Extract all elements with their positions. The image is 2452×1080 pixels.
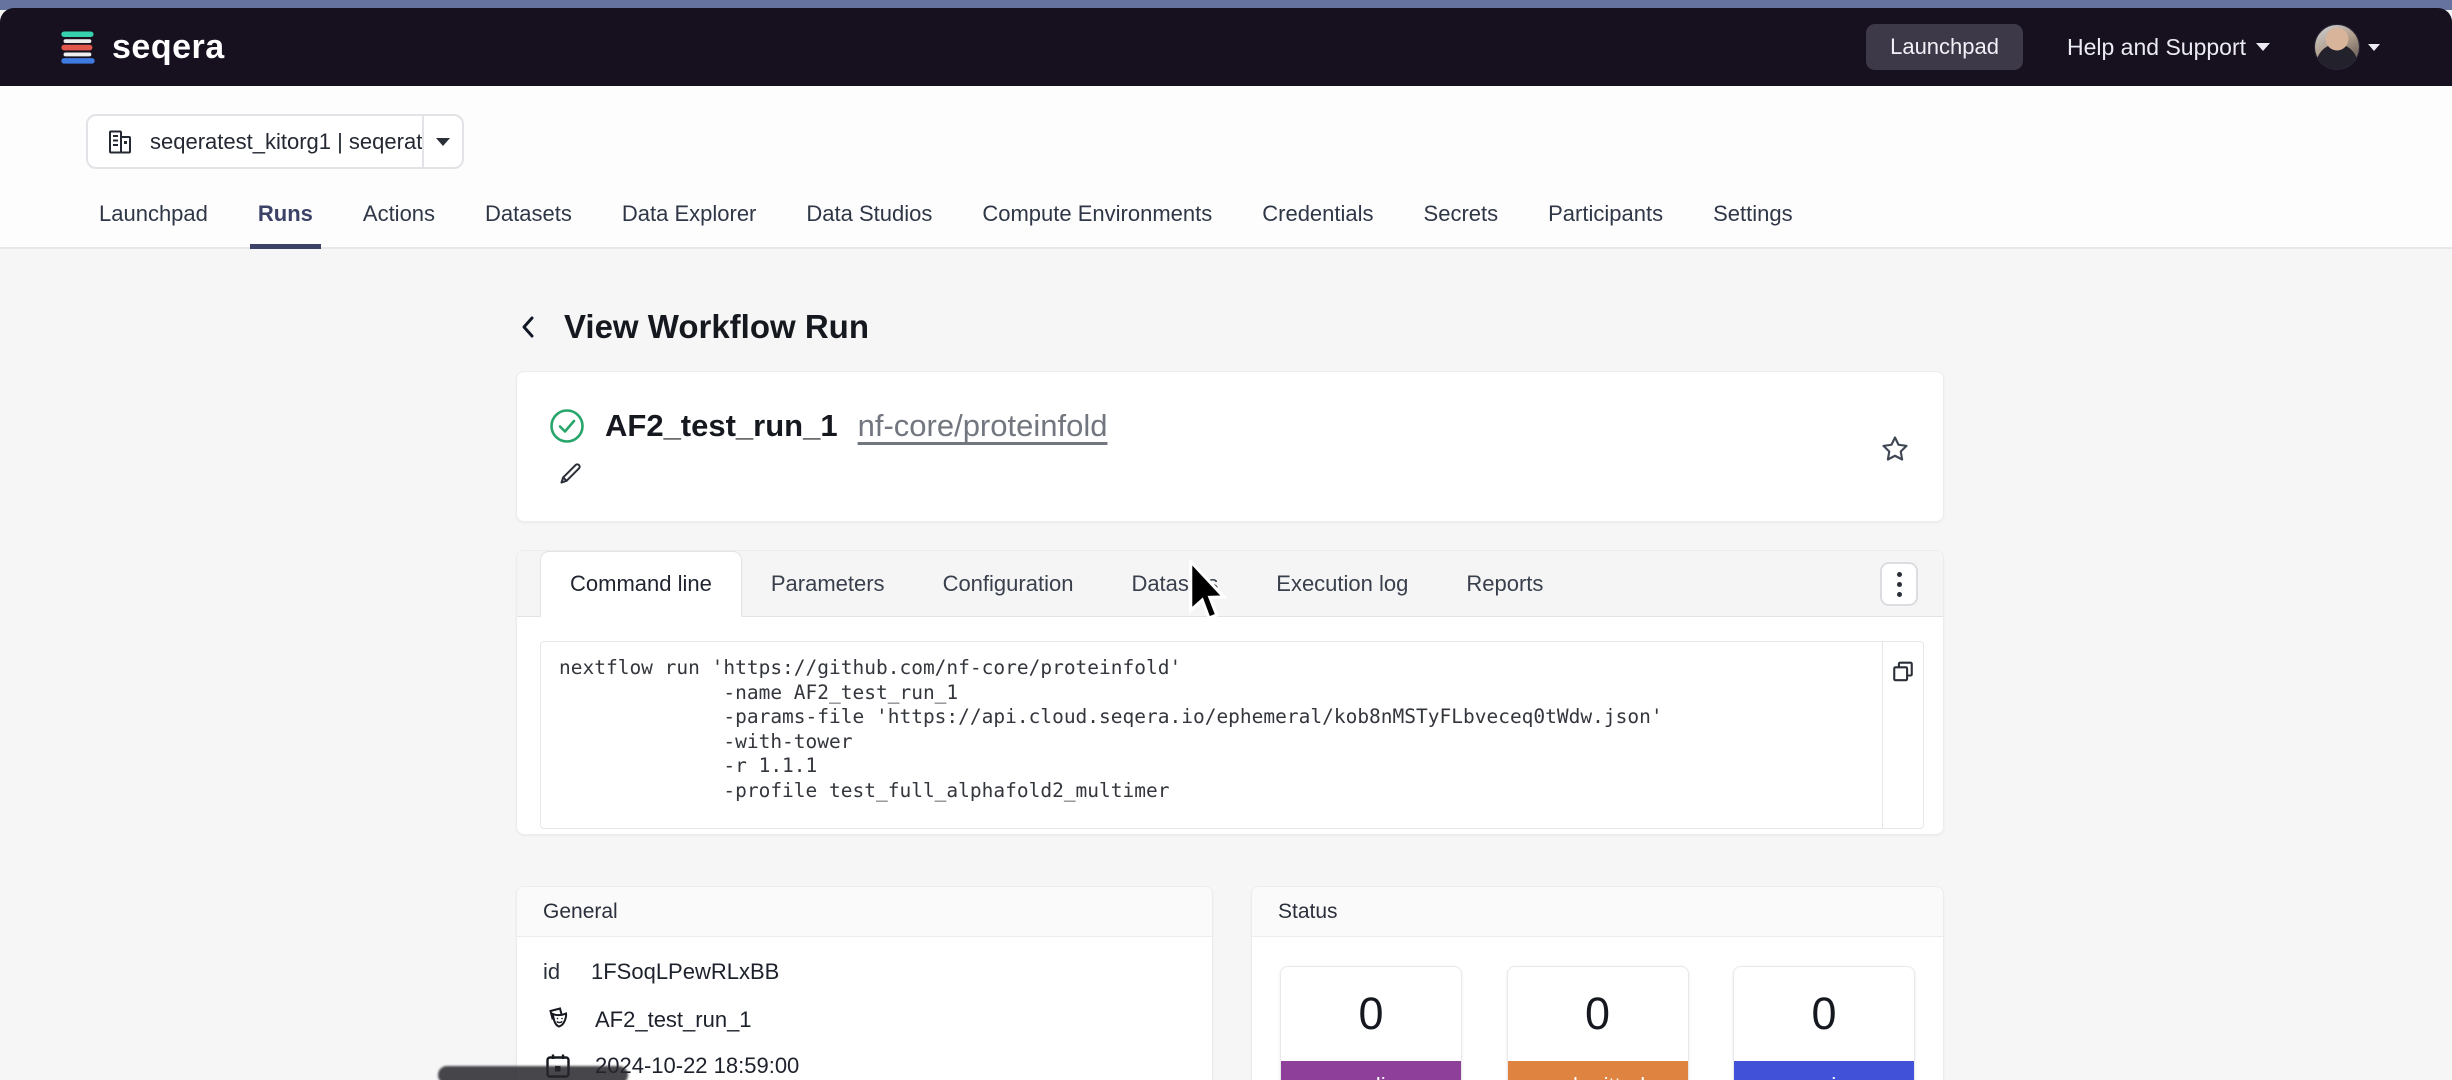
status-tile-running: 0 running bbox=[1733, 966, 1915, 1080]
page-title: View Workflow Run bbox=[564, 308, 869, 346]
submitted-count: 0 bbox=[1508, 967, 1688, 1061]
tab-execution-log[interactable]: Execution log bbox=[1247, 551, 1437, 616]
general-name-row: AF2_test_run_1 bbox=[543, 1005, 752, 1035]
run-options-kebab-button[interactable] bbox=[1880, 562, 1918, 606]
status-tiles: 0 pending 0 submitted 0 running bbox=[1280, 966, 1915, 1080]
running-bar: running bbox=[1734, 1061, 1914, 1080]
command-line-code: nextflow run 'https://github.com/nf-core… bbox=[541, 642, 1882, 828]
tab-data-studios[interactable]: Data Studios bbox=[804, 201, 934, 247]
organization-icon bbox=[106, 128, 134, 156]
run-id-value: 1FSoqLPewRLxBB bbox=[591, 959, 779, 985]
seqera-logo-icon bbox=[58, 27, 98, 67]
run-name-value: AF2_test_run_1 bbox=[595, 1007, 752, 1033]
workspace-band: seqeratest_kitorg1 | seqerates... Launch… bbox=[0, 86, 2452, 249]
run-name-masks-icon bbox=[543, 1005, 573, 1035]
workspace-selector-value: seqeratest_kitorg1 | seqerates... bbox=[150, 129, 422, 155]
kebab-dot bbox=[1897, 592, 1902, 597]
workspace-dropdown-caret[interactable] bbox=[424, 138, 462, 146]
tab-run-datasets[interactable]: Datasets bbox=[1102, 551, 1247, 616]
chevron-left-icon bbox=[516, 310, 542, 344]
tab-reports[interactable]: Reports bbox=[1437, 551, 1572, 616]
status-card-header: Status bbox=[1252, 887, 1943, 937]
tab-secrets[interactable]: Secrets bbox=[1422, 201, 1501, 247]
code-line: -r 1.1.1 bbox=[559, 754, 1882, 779]
star-icon bbox=[1880, 434, 1910, 464]
edit-run-button[interactable] bbox=[557, 460, 584, 487]
tab-settings[interactable]: Settings bbox=[1711, 201, 1795, 247]
brand[interactable]: seqera bbox=[58, 27, 225, 67]
code-line: -name AF2_test_run_1 bbox=[559, 681, 1882, 706]
copy-column bbox=[1882, 642, 1923, 828]
copy-icon bbox=[1889, 658, 1917, 686]
id-label: id bbox=[543, 959, 569, 985]
general-card: General id 1FSoqLPewRLxBB AF2_test_run_1 bbox=[516, 886, 1213, 1080]
user-menu[interactable] bbox=[2314, 24, 2380, 70]
run-name: AF2_test_run_1 bbox=[605, 408, 838, 444]
general-card-header: General bbox=[517, 887, 1212, 937]
back-button[interactable] bbox=[516, 310, 542, 344]
chevron-down-icon bbox=[2256, 43, 2270, 51]
tab-command-line[interactable]: Command line bbox=[540, 551, 742, 617]
pending-count: 0 bbox=[1281, 967, 1461, 1061]
pipeline-repo-link[interactable]: nf-core/proteinfold bbox=[858, 408, 1108, 444]
pending-bar: pending bbox=[1281, 1061, 1461, 1080]
top-navbar: seqera Launchpad Help and Support bbox=[0, 8, 2452, 86]
kebab-dot bbox=[1897, 572, 1902, 577]
workspace-selector[interactable]: seqeratest_kitorg1 | seqerates... bbox=[86, 114, 464, 169]
code-line: -profile test_full_alphafold2_multimer bbox=[559, 779, 1882, 804]
run-detail-tabbar: Command line Parameters Configuration Da… bbox=[517, 551, 1943, 617]
pencil-icon bbox=[557, 460, 584, 487]
help-and-support-menu[interactable]: Help and Support bbox=[2067, 34, 2270, 61]
tab-credentials[interactable]: Credentials bbox=[1260, 201, 1375, 247]
copy-command-button[interactable] bbox=[1889, 658, 1917, 688]
help-and-support-label: Help and Support bbox=[2067, 34, 2246, 61]
status-tile-pending: 0 pending bbox=[1280, 966, 1462, 1080]
code-line: nextflow run 'https://github.com/nf-core… bbox=[559, 656, 1882, 681]
user-avatar[interactable] bbox=[2314, 24, 2360, 70]
tab-actions[interactable]: Actions bbox=[361, 201, 437, 247]
tab-participants[interactable]: Participants bbox=[1546, 201, 1665, 247]
submitted-bar: submitted bbox=[1508, 1061, 1688, 1080]
run-header-card: AF2_test_run_1 nf-core/proteinfold bbox=[516, 371, 1944, 522]
tab-parameters[interactable]: Parameters bbox=[742, 551, 914, 616]
tab-data-explorer[interactable]: Data Explorer bbox=[620, 201, 759, 247]
general-id-row: id 1FSoqLPewRLxBB bbox=[543, 959, 779, 985]
kebab-dot bbox=[1897, 582, 1902, 587]
success-status-icon bbox=[549, 408, 585, 444]
code-line: -with-tower bbox=[559, 730, 1882, 755]
tab-runs[interactable]: Runs bbox=[256, 201, 315, 247]
tab-datasets[interactable]: Datasets bbox=[483, 201, 574, 247]
launchpad-button[interactable]: Launchpad bbox=[1866, 24, 2023, 70]
chevron-down-icon bbox=[436, 138, 450, 146]
command-line-box: nextflow run 'https://github.com/nf-core… bbox=[540, 641, 1924, 829]
page-heading: View Workflow Run bbox=[516, 308, 869, 346]
code-line: -params-file 'https://api.cloud.seqera.i… bbox=[559, 705, 1882, 730]
overlay-artifact bbox=[438, 1066, 628, 1080]
run-detail-card: Command line Parameters Configuration Da… bbox=[516, 550, 1944, 835]
tab-configuration[interactable]: Configuration bbox=[914, 551, 1103, 616]
tab-compute-environments[interactable]: Compute Environments bbox=[980, 201, 1214, 247]
workspace-nav-tabs: Launchpad Runs Actions Datasets Data Exp… bbox=[97, 201, 1795, 247]
running-count: 0 bbox=[1734, 967, 1914, 1061]
status-tile-submitted: 0 submitted bbox=[1507, 966, 1689, 1080]
star-run-button[interactable] bbox=[1880, 434, 1910, 464]
brand-name: seqera bbox=[112, 28, 225, 67]
status-card: Status 0 pending 0 submitted 0 running bbox=[1251, 886, 1944, 1080]
tab-launchpad[interactable]: Launchpad bbox=[97, 201, 210, 247]
chevron-down-icon bbox=[2368, 44, 2380, 51]
